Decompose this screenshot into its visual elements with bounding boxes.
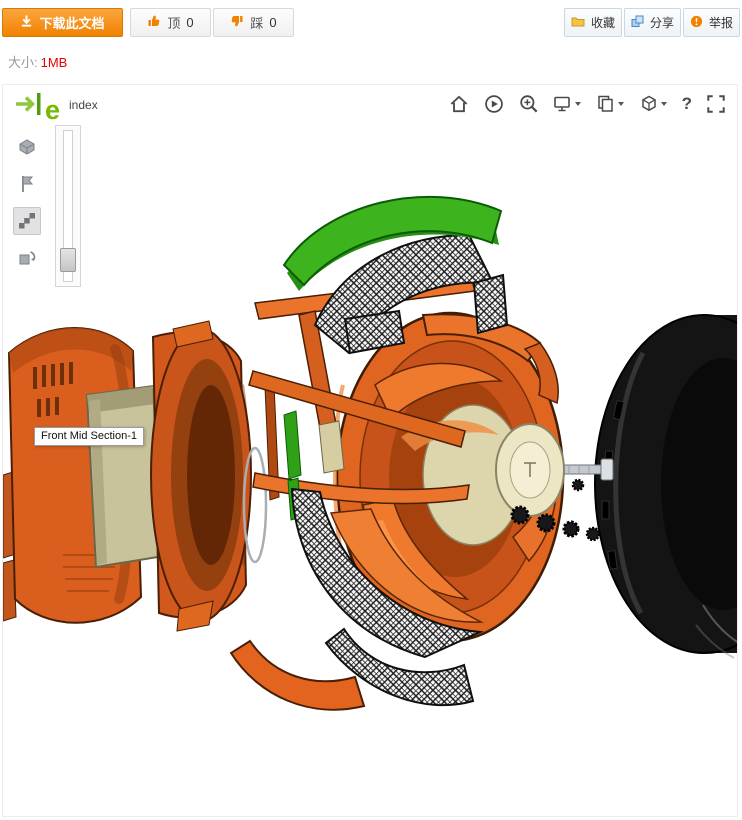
file-size-row: 大小:1MB bbox=[8, 52, 67, 71]
shaded-model-tool[interactable] bbox=[13, 133, 41, 161]
component-tooltip: Front Mid Section-1 bbox=[34, 427, 144, 446]
size-label: 大小: bbox=[8, 55, 38, 70]
edrawings-arrow-icon bbox=[15, 91, 43, 122]
viewer-header: e index ? bbox=[3, 85, 737, 125]
side-tool-column bbox=[13, 133, 43, 281]
like-count: 0 bbox=[186, 15, 193, 30]
cream-bracket-part[interactable] bbox=[319, 421, 344, 473]
favorite-label: 收藏 bbox=[591, 14, 615, 31]
display-options-icon[interactable] bbox=[553, 93, 583, 115]
download-label: 下载此文档 bbox=[39, 13, 104, 32]
explode-view-tool[interactable] bbox=[13, 207, 41, 235]
share-label: 分享 bbox=[650, 14, 674, 31]
play-animation-icon[interactable] bbox=[483, 93, 505, 115]
favorite-button[interactable]: 收藏 bbox=[564, 8, 622, 37]
model-views-icon[interactable] bbox=[639, 93, 669, 115]
zoom-icon[interactable] bbox=[518, 93, 540, 115]
like-button[interactable]: 顶 0 bbox=[130, 8, 211, 37]
component-move-tool[interactable] bbox=[13, 244, 41, 272]
like-label: 顶 bbox=[167, 13, 180, 32]
model-canvas[interactable] bbox=[3, 85, 738, 817]
edrawings-viewer: e index ? bbox=[2, 84, 738, 817]
top-toolbar: 下载此文档 顶 0 踩 0 收藏 分享 举报 bbox=[2, 8, 740, 38]
markup-flag-tool[interactable] bbox=[13, 170, 41, 198]
slider-handle[interactable] bbox=[60, 248, 76, 272]
front-housing-right-shell-part[interactable] bbox=[151, 321, 251, 631]
download-icon bbox=[20, 14, 33, 31]
folder-icon bbox=[571, 15, 585, 31]
fullscreen-icon[interactable] bbox=[705, 93, 727, 115]
dislike-label: 踩 bbox=[250, 13, 263, 32]
help-icon[interactable]: ? bbox=[682, 94, 692, 114]
rear-drum-part[interactable] bbox=[595, 315, 738, 658]
dislike-count: 0 bbox=[269, 15, 276, 30]
dislike-button[interactable]: 踩 0 bbox=[213, 8, 294, 37]
size-value: 1MB bbox=[41, 55, 68, 70]
report-icon bbox=[690, 15, 703, 31]
download-button[interactable]: 下载此文档 bbox=[2, 8, 123, 37]
share-icon bbox=[631, 15, 644, 31]
viewer-toolbar: ? bbox=[448, 93, 727, 115]
report-label: 举报 bbox=[709, 14, 733, 31]
document-title: index bbox=[69, 98, 98, 112]
explode-slider[interactable] bbox=[55, 125, 81, 287]
edrawings-logo-letter: e bbox=[45, 98, 60, 122]
sheet-views-icon[interactable] bbox=[596, 93, 626, 115]
thumb-up-icon bbox=[147, 14, 161, 31]
home-icon[interactable] bbox=[448, 93, 470, 115]
thumb-down-icon bbox=[230, 14, 244, 31]
edrawings-logo: e bbox=[15, 91, 60, 122]
report-button[interactable]: 举报 bbox=[683, 8, 740, 37]
share-button[interactable]: 分享 bbox=[624, 8, 681, 37]
